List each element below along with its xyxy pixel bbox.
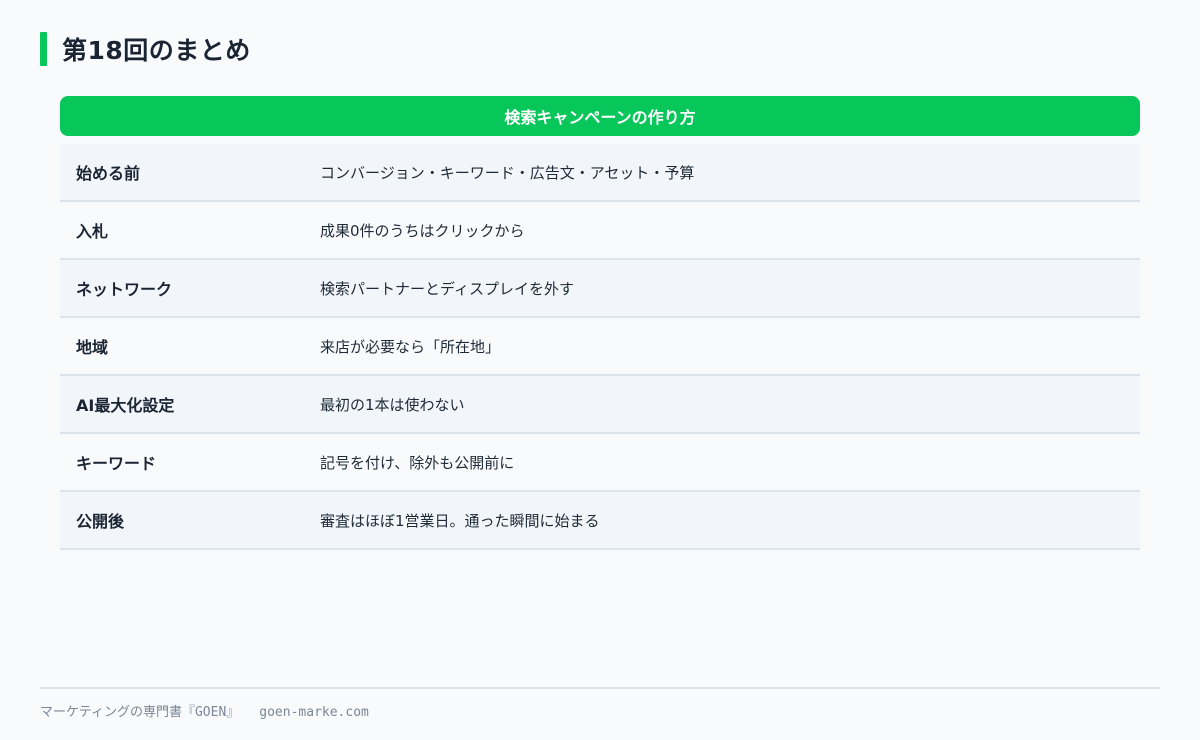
- row-label: 入札: [76, 222, 109, 241]
- row-value: 来店が必要なら「所在地」: [320, 337, 501, 356]
- page-title-area: 第18回のまとめ: [40, 32, 251, 66]
- row-label: 始める前: [76, 164, 141, 183]
- row-label: キーワード: [76, 454, 157, 473]
- title-accent-bar: [40, 32, 47, 66]
- table-row: 始める前 コンバージョン・キーワード・広告文・アセット・予算: [60, 144, 1140, 202]
- table-row: ネットワーク 検索パートナーとディスプレイを外す: [60, 260, 1140, 318]
- table-row: 入札 成果0件のうちはクリックから: [60, 202, 1140, 260]
- table-header: 検索キャンペーンの作り方: [60, 96, 1140, 136]
- footer-brand: マーケティングの専門書『GOEN』: [40, 705, 240, 720]
- row-value: 審査はほぼ1営業日。通った瞬間に始まる: [320, 511, 600, 530]
- table-row: 地域 来店が必要なら「所在地」: [60, 318, 1140, 376]
- row-label: 地域: [76, 338, 109, 357]
- row-label: 公開後: [76, 512, 125, 531]
- table-row: AI最大化設定 最初の1本は使わない: [60, 376, 1140, 434]
- footer-divider: [40, 687, 1160, 689]
- summary-table: 検索キャンペーンの作り方 始める前 コンバージョン・キーワード・広告文・アセット…: [60, 96, 1140, 550]
- row-value: 最初の1本は使わない: [320, 395, 465, 414]
- page-title: 第18回のまとめ: [62, 36, 251, 65]
- row-label: AI最大化設定: [76, 396, 175, 415]
- row-value: コンバージョン・キーワード・広告文・アセット・予算: [320, 163, 695, 182]
- row-value: 成果0件のうちはクリックから: [320, 221, 525, 240]
- footer: マーケティングの専門書『GOEN』 goen-marke.com: [40, 701, 369, 720]
- table-row: キーワード 記号を付け、除外も公開前に: [60, 434, 1140, 492]
- table-row: 公開後 審査はほぼ1営業日。通った瞬間に始まる: [60, 492, 1140, 550]
- footer-site-link[interactable]: goen-marke.com: [259, 705, 369, 720]
- row-value: 記号を付け、除外も公開前に: [320, 453, 515, 472]
- row-value: 検索パートナーとディスプレイを外す: [320, 279, 574, 298]
- row-label: ネットワーク: [76, 280, 173, 299]
